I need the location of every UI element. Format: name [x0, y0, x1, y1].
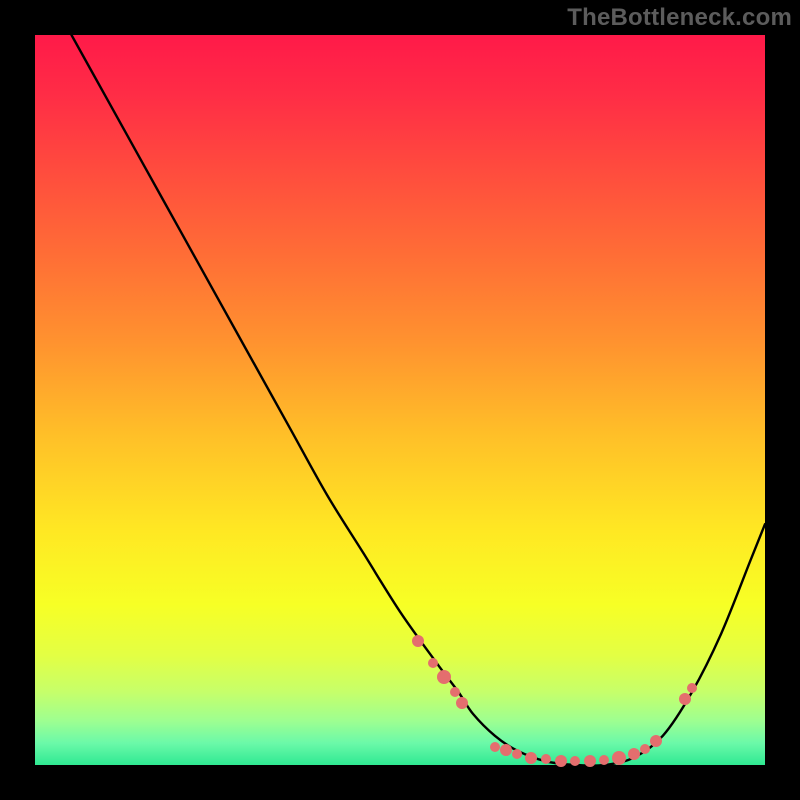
data-marker	[541, 754, 551, 764]
data-marker	[490, 742, 500, 752]
chart-frame: TheBottleneck.com	[0, 0, 800, 800]
data-marker	[612, 751, 626, 765]
data-marker	[525, 752, 537, 764]
data-marker	[599, 755, 609, 765]
data-marker	[500, 744, 512, 756]
plot-area	[35, 35, 765, 765]
data-marker	[628, 748, 640, 760]
data-marker	[640, 744, 650, 754]
data-marker	[650, 735, 662, 747]
data-marker	[687, 683, 697, 693]
data-marker	[412, 635, 424, 647]
watermark-text: TheBottleneck.com	[567, 4, 792, 32]
data-marker	[570, 756, 580, 766]
data-marker	[428, 658, 438, 668]
data-marker	[456, 697, 468, 709]
data-marker	[679, 693, 691, 705]
data-marker	[512, 749, 522, 759]
data-marker	[437, 670, 451, 684]
data-marker	[450, 687, 460, 697]
data-markers-layer	[35, 35, 765, 765]
data-marker	[584, 755, 596, 767]
data-marker	[555, 755, 567, 767]
